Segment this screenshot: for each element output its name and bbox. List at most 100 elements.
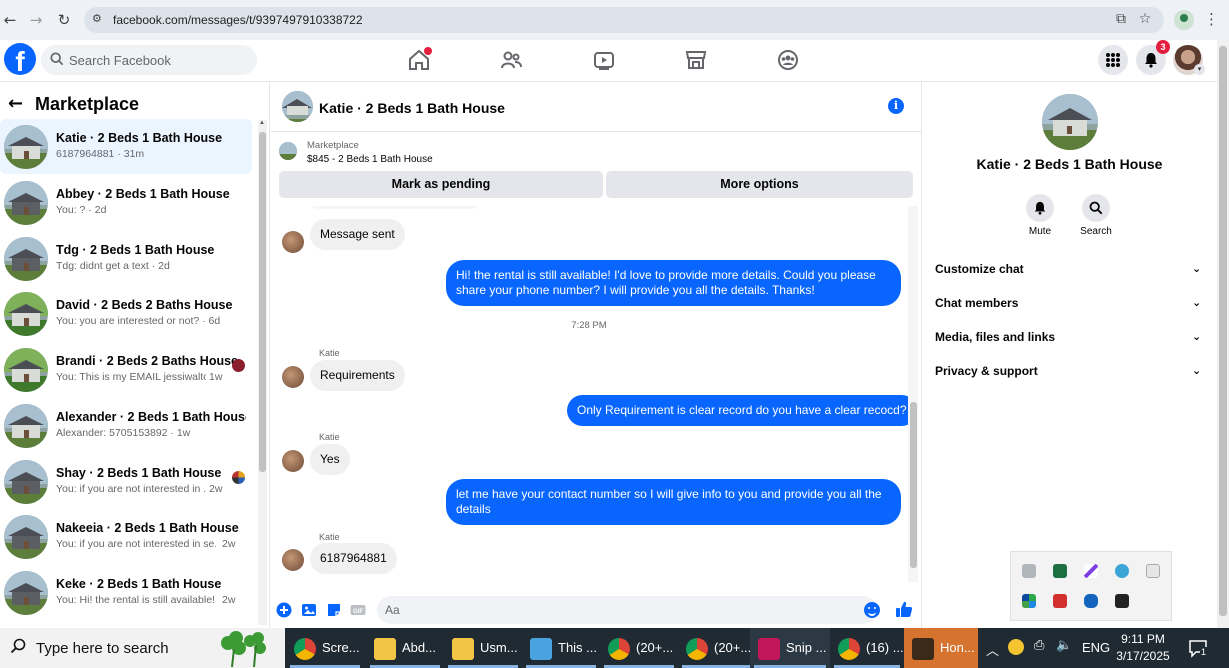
tray-excel-icon[interactable]: [1053, 564, 1067, 578]
media-files-links-row[interactable]: Media, files and links ⌄: [935, 330, 1205, 350]
search-icon: [1089, 201, 1103, 215]
site-settings-icon[interactable]: ⚙: [92, 12, 108, 28]
thumbs-up-icon[interactable]: [895, 600, 913, 618]
tray-usb-icon[interactable]: [1146, 564, 1160, 578]
taskbar-app-this-pc[interactable]: This ...: [522, 628, 600, 668]
conversation-item[interactable]: Abbey · 2 Beds 1 Bath House You: ? · 2d: [0, 175, 252, 230]
tray-app-icon[interactable]: [1053, 594, 1067, 608]
taskbar-search[interactable]: [0, 628, 285, 668]
chat-members-row[interactable]: Chat members ⌄: [935, 296, 1205, 316]
network-icon[interactable]: ⎙: [1034, 638, 1044, 668]
conversation-item[interactable]: Katie · 2 Beds 1 Bath House 6187964881 ·…: [0, 119, 252, 174]
bluetooth-icon[interactable]: [1084, 594, 1098, 608]
chrome-icon: [608, 638, 630, 660]
conversation-name: Brandi · 2 Beds 2 Baths House: [56, 354, 238, 368]
tray-status-icon[interactable]: [1008, 639, 1024, 655]
bookmark-star-icon[interactable]: ☆: [1136, 11, 1154, 29]
taskbar-app-chrome[interactable]: (20+...: [600, 628, 678, 668]
computer-icon: [530, 638, 552, 660]
taskbar-app-folder[interactable]: Usm...: [444, 628, 522, 668]
page-scrollbar[interactable]: [1217, 40, 1229, 628]
listing-thumbnail: [4, 460, 48, 504]
conversation-item[interactable]: Nakeeia · 2 Beds 1 Bath House You: if yo…: [0, 509, 252, 564]
photo-icon[interactable]: [301, 602, 317, 618]
message-input-box[interactable]: [377, 596, 880, 624]
chat-avatar[interactable]: [282, 91, 313, 122]
sticker-icon[interactable]: [326, 602, 342, 618]
account-chevron-icon[interactable]: ▾: [1194, 64, 1205, 75]
tray-app-icon[interactable]: [1022, 594, 1036, 608]
conversation-item[interactable]: Brandi · 2 Beds 2 Baths House You: This …: [0, 342, 252, 397]
language-indicator[interactable]: ENG: [1082, 640, 1110, 668]
scrollbar-thumb[interactable]: [259, 132, 266, 472]
system-clock[interactable]: 9:11 PM 3/17/2025: [1110, 631, 1176, 665]
info-icon[interactable]: i: [888, 98, 904, 114]
search-action[interactable]: Search: [1071, 194, 1121, 237]
conversation-item[interactable]: Tdg · 2 Beds 1 Bath House Tdg: didnt get…: [0, 231, 252, 286]
volume-icon[interactable]: 🔈: [1056, 638, 1072, 668]
groups-icon[interactable]: [776, 48, 800, 72]
facebook-search-input[interactable]: [69, 50, 249, 70]
tray-overflow-chevron-icon[interactable]: ︿: [986, 640, 999, 668]
facebook-search[interactable]: [41, 45, 257, 75]
taskbar-app-folder[interactable]: Abd...: [366, 628, 444, 668]
gif-icon[interactable]: GIF: [350, 602, 366, 618]
back-arrow-icon[interactable]: ←: [0, 10, 20, 30]
facebook-logo[interactable]: f: [4, 43, 36, 75]
conversation-list-scrollbar[interactable]: ▲: [258, 120, 267, 625]
mute-action[interactable]: Mute: [1015, 194, 1065, 237]
plus-circle-icon[interactable]: [276, 602, 292, 618]
reload-icon[interactable]: ↻: [54, 10, 74, 30]
mark-as-pending-button[interactable]: Mark as pending: [279, 171, 603, 198]
message-thread-scrollbar[interactable]: [908, 206, 918, 582]
browser-profile-icon[interactable]: [1174, 10, 1194, 30]
more-options-button[interactable]: More options: [606, 171, 913, 198]
conversation-item[interactable]: Alexander · 2 Beds 1 Bath House Alexande…: [0, 398, 252, 453]
back-arrow-icon[interactable]: ←: [8, 93, 23, 114]
message-input[interactable]: [385, 601, 855, 619]
notification-center-icon[interactable]: 1: [1188, 638, 1208, 658]
browser-toolbar: ← → ↻ ⚙ facebook.com/messages/t/93974979…: [0, 0, 1229, 40]
marketplace-icon[interactable]: [684, 48, 708, 72]
conversation-item[interactable]: Shay · 2 Beds 1 Bath House You: if you a…: [0, 454, 252, 509]
mute-label: Mute: [1028, 226, 1052, 237]
menu-grid-button[interactable]: [1098, 45, 1128, 75]
friends-icon[interactable]: [499, 48, 523, 72]
read-receipt-avatar: [232, 359, 245, 372]
search-icon: [10, 638, 26, 654]
message-composer: GIF: [271, 592, 922, 628]
conversation-name: Katie · 2 Beds 1 Bath House: [56, 131, 223, 145]
taskbar-app-chrome[interactable]: Scre...: [286, 628, 366, 668]
tray-app-icon[interactable]: [1022, 564, 1036, 578]
taskbar-search-input[interactable]: [36, 638, 206, 658]
conversation-name: Nakeeia · 2 Beds 1 Bath House: [56, 521, 239, 535]
taskbar-app-active[interactable]: Hon...: [904, 628, 978, 668]
video-icon[interactable]: [592, 48, 616, 72]
system-tray-overflow: [1010, 551, 1172, 621]
install-app-icon[interactable]: ⧉: [1112, 11, 1130, 29]
tray-pen-icon[interactable]: [1084, 564, 1098, 578]
listing-title[interactable]: $845 - 2 Beds 1 Bath House: [307, 154, 433, 165]
taskbar-app-chrome[interactable]: (16) ...: [830, 628, 904, 668]
address-bar[interactable]: ⚙ facebook.com/messages/t/93974979103387…: [84, 7, 1164, 33]
scroll-up-icon[interactable]: ▲: [259, 120, 265, 126]
profile-avatar-large[interactable]: [1042, 94, 1098, 150]
browser-menu-icon[interactable]: ⋮: [1204, 10, 1219, 28]
scrollbar-thumb[interactable]: [910, 402, 917, 568]
taskbar-app-snip[interactable]: Snip ...: [750, 628, 830, 668]
chat-title[interactable]: Katie · 2 Beds 1 Bath House: [319, 100, 505, 116]
privacy-support-row[interactable]: Privacy & support ⌄: [935, 364, 1205, 384]
scrollbar-thumb[interactable]: [1219, 46, 1227, 616]
conversation-item[interactable]: David · 2 Beds 2 Baths House You: you ar…: [0, 286, 252, 341]
read-receipt-avatar: [232, 471, 245, 484]
listing-thumbnail: [4, 292, 48, 336]
emoji-icon[interactable]: [864, 602, 880, 618]
tray-app-icon[interactable]: [1115, 594, 1129, 608]
taskbar-app-chrome[interactable]: (20+...: [678, 628, 756, 668]
folder-icon: [374, 638, 396, 660]
tray-app-icon[interactable]: [1115, 564, 1129, 578]
conversation-item[interactable]: Keke · 2 Beds 1 Bath House You: Hi! the …: [0, 565, 252, 620]
grid-icon: [1106, 53, 1120, 67]
forward-arrow-icon[interactable]: →: [26, 10, 46, 30]
customize-chat-row[interactable]: Customize chat ⌄: [935, 262, 1205, 282]
